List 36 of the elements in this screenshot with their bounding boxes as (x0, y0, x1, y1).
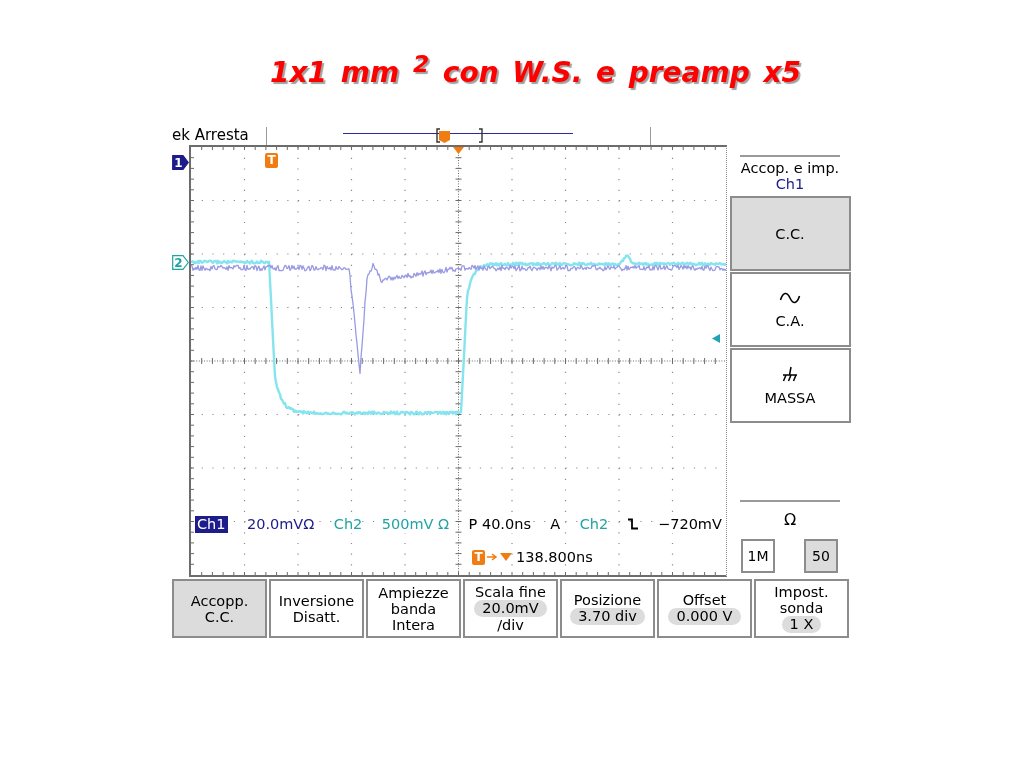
trigger-level-icon (712, 334, 720, 343)
channel-marker: 1 (172, 155, 189, 170)
ground-icon (781, 365, 799, 382)
trigger-position-icon (453, 147, 464, 154)
trigger-point-icon (439, 131, 450, 143)
menu-button[interactable]: Offset 0.000 V (657, 579, 752, 638)
right-arrow-icon (487, 553, 498, 561)
value-readout: 1 X (781, 616, 822, 633)
value-readout: 3.70 div (570, 608, 645, 625)
menu-button[interactable]: Inversione Disatt. (269, 579, 364, 638)
down-triangle-icon (500, 553, 512, 561)
coupling-option-button[interactable]: C.A. (729, 272, 851, 347)
selected-channel-label: Ch1 (195, 515, 228, 533)
menu-button[interactable]: Scala fine 20.0mV /div (463, 579, 558, 638)
trigger-marker: T (265, 153, 278, 168)
sine-wave-icon (779, 290, 801, 305)
trigger-marker: T (472, 549, 485, 565)
impedance-label: Ω (783, 512, 797, 528)
acquisition-status: ek Arresta (172, 126, 250, 144)
value-readout: 0.000 V (668, 608, 741, 625)
menu-button[interactable]: Ampiezze banda Intera (366, 579, 461, 638)
slide-title: 1x1 mm $^{2}$ con W.S. e preamp x5 (270, 49, 801, 92)
channel-name: Ch1 (775, 176, 805, 192)
impedance-button[interactable]: 1M (741, 539, 775, 573)
menu-title: Accop. e imp. (740, 160, 840, 176)
value-readout: 20.0mV (474, 600, 547, 617)
readout-text: Ch2 (333, 515, 363, 533)
coupling-option-button[interactable]: MASSA (729, 348, 851, 423)
menu-button[interactable]: Posizione 3.70 div (560, 579, 655, 638)
menu-button[interactable]: Impost. sonda 1 X (754, 579, 849, 638)
coupling-option-button[interactable]: C.C. (729, 196, 851, 271)
impedance-button[interactable]: 50 (804, 539, 838, 573)
menu-button[interactable]: Accopp. C.C. (172, 579, 267, 638)
trigger-delay-value: 138.800ns (516, 548, 593, 566)
falling-edge-icon (627, 518, 639, 530)
channel-marker: 2 (172, 255, 189, 270)
